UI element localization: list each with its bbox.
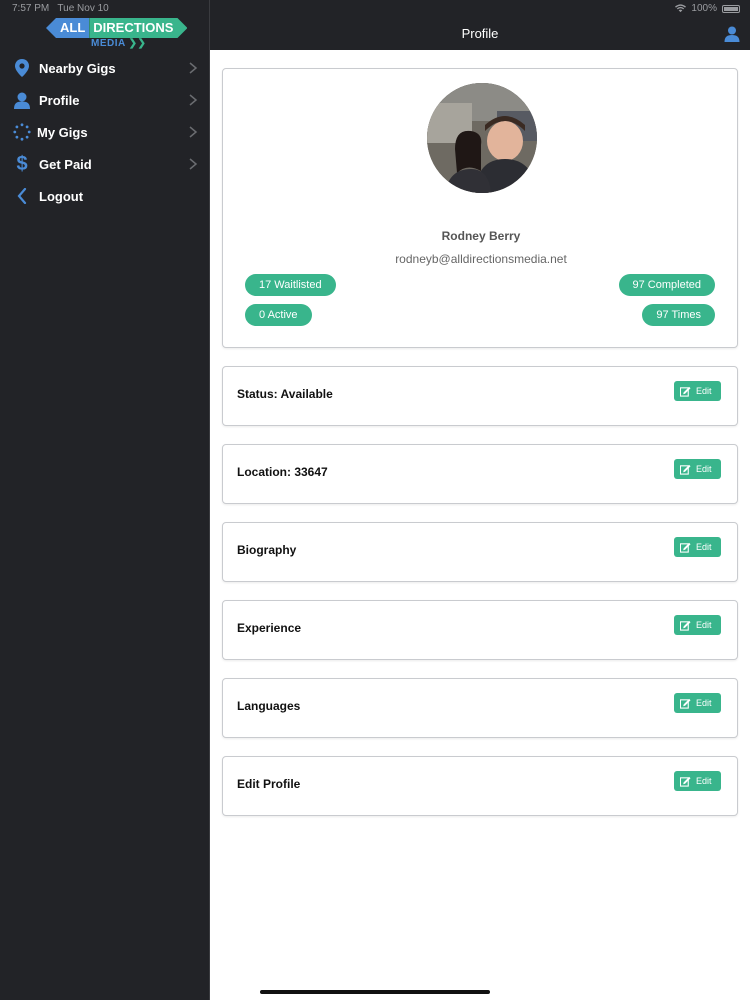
edit-profile-button[interactable]: Edit (674, 771, 721, 791)
home-indicator[interactable] (260, 990, 490, 994)
edit-icon (680, 542, 691, 553)
dollar-icon: $ (16, 152, 28, 175)
sidebar-item-profile[interactable]: Profile (0, 84, 210, 116)
status-time: 7:57 PM (12, 3, 50, 14)
active-badge: 0 Active (245, 304, 312, 326)
avatar (427, 83, 537, 193)
sidebar-item-nearby-gigs[interactable]: Nearby Gigs (0, 52, 210, 84)
edit-profile-section: Edit Profile Edit (222, 756, 738, 816)
profile-card: Rodney Berry rodneyb@alldirectionsmedia.… (222, 68, 738, 348)
sidebar-item-label: My Gigs (37, 124, 88, 140)
section-title: Biography (237, 543, 297, 557)
location-pin-icon (12, 58, 32, 78)
sidebar-item-label: Profile (39, 92, 80, 108)
edit-icon (680, 776, 691, 787)
edit-icon (680, 698, 691, 709)
edit-location-button[interactable]: Edit (674, 459, 721, 479)
edit-icon (680, 620, 691, 631)
status-date: Tue Nov 10 (57, 3, 109, 14)
completed-badge: 97 Completed (618, 274, 715, 296)
logo: ALL DIRECTIONS MEDIA ❯❯ (46, 18, 166, 50)
edit-label: Edit (696, 698, 712, 708)
logo-word-directions: DIRECTIONS (89, 18, 187, 38)
section-title: Languages (237, 699, 301, 713)
status-bar: 7:57 PM Tue Nov 10 100% (0, 0, 750, 16)
chevron-right-icon (189, 126, 198, 138)
sidebar-item-get-paid[interactable]: $ Get Paid (0, 148, 210, 180)
chevron-right-icon (189, 158, 198, 170)
biography-section: Biography Edit (222, 522, 738, 582)
edit-label: Edit (696, 776, 712, 786)
edit-label: Edit (696, 542, 712, 552)
spinner-icon (12, 122, 32, 142)
section-title: Edit Profile (237, 777, 301, 791)
edit-experience-button[interactable]: Edit (674, 615, 721, 635)
section-title: Status: Available (237, 387, 333, 401)
chevron-right-icon (189, 62, 198, 74)
profile-name: Rodney Berry (441, 229, 521, 243)
battery-icon (722, 4, 740, 13)
user-account-icon[interactable] (724, 26, 740, 42)
chevron-right-icon (189, 94, 198, 106)
back-chevron-icon (12, 186, 32, 206)
edit-icon (680, 464, 691, 475)
page-title: Profile (461, 26, 499, 41)
languages-section: Languages Edit (222, 678, 738, 738)
sidebar-item-logout[interactable]: Logout (0, 180, 210, 212)
waitlisted-badge: 17 Waitlisted (245, 274, 336, 296)
sidebar-item-label: Logout (39, 188, 84, 204)
status-time-date: 7:57 PM Tue Nov 10 (12, 3, 109, 14)
edit-label: Edit (696, 620, 712, 630)
edit-icon (680, 386, 691, 397)
times-badge: 97 Times (642, 304, 715, 326)
sidebar-item-my-gigs[interactable]: My Gigs (0, 116, 210, 148)
logo-word-media: MEDIA (91, 38, 126, 49)
sidebar-item-label: Nearby Gigs (39, 60, 116, 76)
edit-languages-button[interactable]: Edit (674, 693, 721, 713)
person-icon (12, 90, 32, 110)
main-content: Rodney Berry rodneyb@alldirectionsmedia.… (210, 50, 750, 1000)
sidebar-menu: Nearby Gigs Profile My Gigs $ Get Paid L… (0, 52, 210, 212)
sidebar: ALL DIRECTIONS MEDIA ❯❯ Nearby Gigs Prof… (0, 0, 210, 1000)
status-indicators: 100% (675, 3, 740, 14)
edit-status-button[interactable]: Edit (674, 381, 721, 401)
logo-word-all: ALL (46, 18, 90, 38)
wifi-icon (675, 4, 687, 13)
logo-arrows-icon: ❯❯ (128, 38, 147, 49)
edit-label: Edit (696, 386, 712, 396)
sidebar-item-label: Get Paid (39, 156, 92, 172)
section-title: Location: 33647 (237, 465, 328, 479)
profile-email: rodneyb@alldirectionsmedia.net (395, 252, 567, 266)
edit-label: Edit (696, 464, 712, 474)
battery-percent: 100% (691, 3, 717, 14)
edit-biography-button[interactable]: Edit (674, 537, 721, 557)
experience-section: Experience Edit (222, 600, 738, 660)
status-section: Status: Available Edit (222, 366, 738, 426)
section-title: Experience (237, 621, 302, 635)
location-section: Location: 33647 Edit (222, 444, 738, 504)
